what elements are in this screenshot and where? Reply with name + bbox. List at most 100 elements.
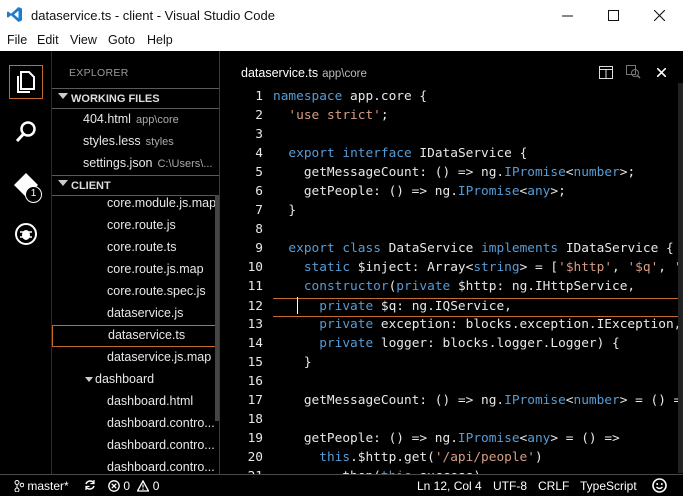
tree-item[interactable]: dashboard.contro...: [52, 457, 219, 474]
code-line[interactable]: 13 private exception: blocks.exception.I…: [221, 317, 683, 336]
tree-item[interactable]: dataservice.js: [52, 303, 219, 325]
tree-item-label: core.route.js: [107, 218, 176, 232]
git-view-button[interactable]: 1: [9, 168, 43, 203]
code-line[interactable]: 19 getPeople: () => ng.IPromise<any> = (…: [221, 431, 683, 450]
maximize-button[interactable]: [590, 0, 636, 31]
code-text: 'use strict';: [288, 108, 389, 123]
branch-name: master*: [27, 479, 69, 493]
code-line[interactable]: 9 export class DataService implements ID…: [221, 241, 683, 260]
text-cursor: [297, 297, 298, 314]
code-line[interactable]: 17 getMessageCount: () => ng.IPromise<nu…: [221, 393, 683, 412]
minimize-icon: [561, 15, 573, 17]
line-number: 11: [247, 279, 263, 294]
code-line[interactable]: 7 }: [221, 203, 683, 222]
feedback-button[interactable]: [652, 478, 667, 496]
code-text: }: [273, 355, 312, 370]
editor-scrollbar[interactable]: [678, 83, 683, 473]
encoding-status[interactable]: UTF-8: [493, 479, 527, 493]
code-text: private logger: blocks.logger.Logger) {: [319, 336, 620, 351]
code-line[interactable]: 2 'use strict';: [221, 108, 683, 127]
line-number: 19: [247, 431, 263, 446]
tree-item[interactable]: core.route.js.map: [52, 259, 219, 281]
menu-view[interactable]: View: [70, 33, 97, 47]
explorer-sidebar: EXPLORER WORKING FILES 404.html app\core …: [52, 51, 220, 474]
line-number: 1: [255, 89, 263, 104]
code-text: getPeople: () => ng.IPromise<any> = () =…: [273, 431, 620, 446]
code-line[interactable]: 4 export interface IDataService {: [221, 146, 683, 165]
tree-item[interactable]: dashboard.contro...: [52, 435, 219, 457]
split-editor-button[interactable]: [597, 63, 615, 81]
working-file-item[interactable]: styles.less styles: [52, 131, 219, 153]
vscode-logo-icon: [7, 7, 22, 22]
line-number: 14: [247, 336, 263, 351]
sidebar-scrollbar[interactable]: [215, 195, 219, 421]
problems-status[interactable]: 0 0: [108, 479, 159, 493]
client-label: CLIENT: [71, 180, 111, 192]
title-bar: dataservice.ts - client - Visual Studio …: [0, 0, 683, 31]
minimize-button[interactable]: [544, 0, 590, 31]
tree-item[interactable]: core.route.js: [52, 215, 219, 237]
tree-item-label: dashboard: [95, 372, 155, 386]
language-status[interactable]: TypeScript: [580, 479, 637, 493]
working-file-item[interactable]: 404.html app\core: [52, 109, 219, 131]
close-editor-button[interactable]: [652, 63, 670, 81]
code-text: this.$http.get('/api/people'): [319, 450, 543, 465]
activity-bar: 1: [0, 51, 52, 474]
code-line[interactable]: 20 this.$http.get('/api/people'): [221, 450, 683, 469]
branch-status[interactable]: master*: [14, 479, 69, 493]
eol-status[interactable]: CRLF: [538, 479, 569, 493]
working-files-header[interactable]: WORKING FILES: [52, 88, 219, 109]
menu-edit[interactable]: Edit: [37, 33, 59, 47]
sync-button[interactable]: [84, 479, 96, 494]
status-bar: master* 0 0 Ln 12, Col 4 UTF-8 CRLF Type…: [0, 474, 683, 496]
close-window-button[interactable]: [636, 0, 682, 31]
line-number: 8: [255, 222, 263, 237]
menu-file[interactable]: File: [7, 33, 27, 47]
warning-count: 0: [152, 479, 160, 493]
file-name: settings.json: [83, 156, 153, 170]
debug-view-button[interactable]: [9, 217, 43, 251]
code-text: namespace app.core {: [273, 89, 428, 104]
tree-item-label: core.route.js.map: [107, 262, 204, 276]
tree-item[interactable]: dataservice.js.map: [52, 347, 219, 369]
file-desc: app\core: [135, 114, 179, 126]
tree-item-selected[interactable]: dataservice.ts: [52, 325, 219, 347]
code-line-current[interactable]: 12 private $q: ng.IQService,: [248, 298, 683, 317]
code-line[interactable]: 11 constructor(private $http: ng.IHttpSe…: [221, 279, 683, 298]
cursor-position[interactable]: Ln 12, Col 4: [417, 479, 482, 493]
chevron-down-icon: [85, 377, 93, 382]
menu-help[interactable]: Help: [147, 33, 173, 47]
code-line[interactable]: 18: [221, 412, 683, 431]
open-changes-button[interactable]: [624, 63, 642, 81]
explorer-button[interactable]: [9, 65, 43, 99]
code-line[interactable]: 16: [221, 374, 683, 393]
code-line[interactable]: 14 private logger: blocks.logger.Logger)…: [221, 336, 683, 355]
editor-tab[interactable]: dataservice.ts app\core: [241, 66, 367, 80]
file-desc: styles: [145, 136, 174, 148]
code-line[interactable]: 15 }: [221, 355, 683, 374]
tree-folder-dashboard[interactable]: dashboard: [52, 369, 219, 391]
line-number: 7: [255, 203, 263, 218]
tree-item-label: dataservice.js.map: [107, 350, 212, 364]
menu-goto[interactable]: Goto: [108, 33, 135, 47]
code-line[interactable]: 8: [221, 222, 683, 241]
code-line[interactable]: 10 static $inject: Array<string> = ['$ht…: [221, 260, 683, 279]
tree-item[interactable]: dashboard.html: [52, 391, 219, 413]
tree-item[interactable]: core.route.ts: [52, 237, 219, 259]
editor[interactable]: dataservice.ts app\core 1 namespace app.co…: [221, 51, 683, 474]
editor-file-name: dataservice.ts: [241, 66, 319, 80]
code-line[interactable]: 3: [221, 127, 683, 146]
code-line[interactable]: 1 namespace app.core {: [221, 89, 683, 108]
code-line[interactable]: 6 getPeople: () => ng.IPromise<any>;: [221, 184, 683, 203]
code-text: private exception: blocks.exception.IExc…: [319, 317, 682, 332]
code-line[interactable]: 5 getMessageCount: () => ng.IPromise<num…: [221, 165, 683, 184]
tree-item[interactable]: core.route.spec.js: [52, 281, 219, 303]
tree-item-label: core.route.spec.js: [107, 284, 206, 298]
tree-item[interactable]: dashboard.contro...: [52, 413, 219, 435]
working-file-item[interactable]: settings.json C:\Users\...: [52, 153, 219, 175]
line-number: 5: [255, 165, 263, 180]
search-view-button[interactable]: [9, 115, 43, 149]
code-text: export class DataService implements IDat…: [288, 241, 674, 256]
tree-item[interactable]: core.module.js.map: [52, 193, 219, 215]
tree-item-label: dashboard.contro...: [107, 460, 215, 474]
